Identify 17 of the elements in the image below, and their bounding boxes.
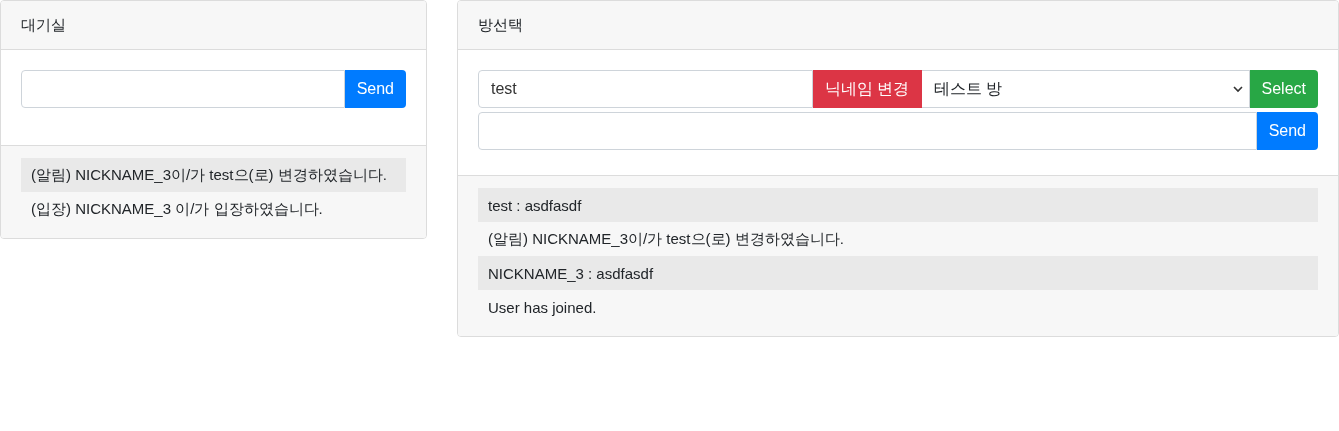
- send-button[interactable]: Send: [344, 70, 406, 108]
- change-nickname-button[interactable]: 닉네임 변경: [813, 70, 922, 108]
- chat-message: (입장) NICKNAME_3 이/가 입장하였습니다.: [30, 198, 324, 219]
- room-select[interactable]: 테스트 방: [921, 70, 1250, 108]
- chat-message: test : asdfasdf: [478, 188, 1318, 222]
- panel-title: 대기실: [21, 15, 66, 35]
- chat-message: (알림) NICKNAME_3이/가 test으(로) 변경하였습니다.: [487, 228, 845, 249]
- chat-message: (알림) NICKNAME_3이/가 test으(로) 변경하였습니다.: [21, 158, 406, 192]
- chat-message: User has joined.: [487, 297, 598, 318]
- message-field[interactable]: [478, 112, 1257, 150]
- send-button[interactable]: Send: [1256, 112, 1318, 150]
- nickname-field[interactable]: test: [478, 70, 814, 108]
- chevron-down-icon: [1232, 85, 1243, 93]
- select-button[interactable]: Select: [1249, 70, 1318, 108]
- message-field[interactable]: [21, 70, 345, 108]
- panel-title: 방선택: [478, 15, 523, 35]
- chat-message: NICKNAME_3 : asdfasdf: [478, 256, 1318, 290]
